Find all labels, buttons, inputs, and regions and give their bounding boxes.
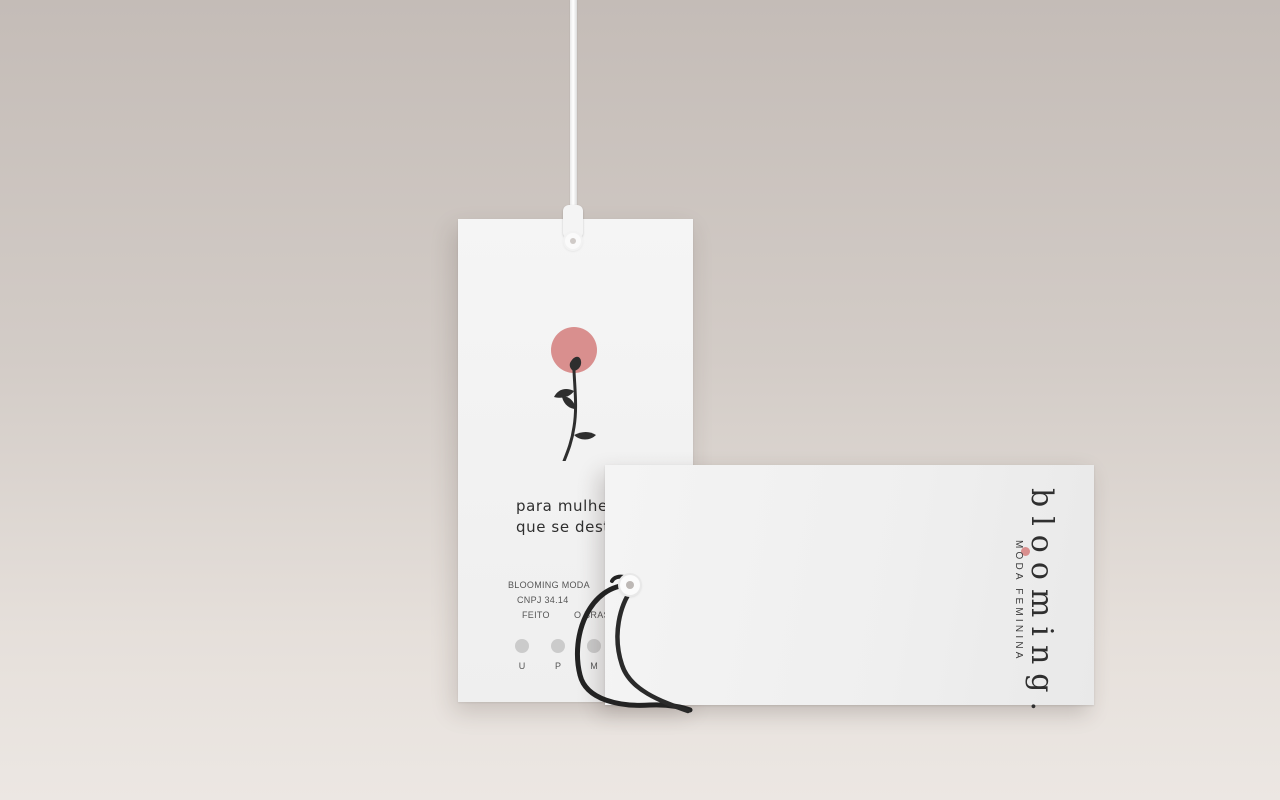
- size-dot: [515, 639, 529, 653]
- brand-subtitle: MODA FEMININA: [1013, 540, 1024, 662]
- company-line-3: FEITO: [522, 610, 550, 620]
- brand-name: blooming.: [1024, 488, 1059, 721]
- hanging-string: [570, 0, 577, 232]
- brand-logo: blooming. MODA FEMININA: [1013, 488, 1059, 721]
- size-option: U: [514, 639, 530, 671]
- tag-eyelet-front: [620, 575, 640, 595]
- rose-stem-icon: [554, 356, 596, 461]
- size-label: U: [518, 661, 526, 671]
- hangtag-mockup-scene: para mulhe que se desta BLOOMING MODA CN…: [0, 0, 1280, 800]
- tag-eyelet-top: [565, 233, 581, 249]
